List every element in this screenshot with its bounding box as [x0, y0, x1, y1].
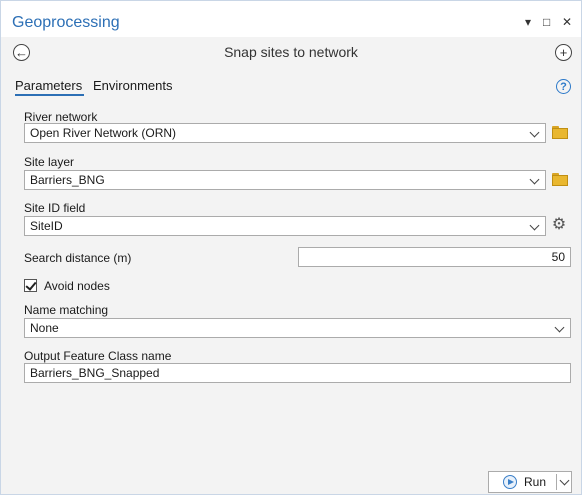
chevron-down-icon — [559, 475, 570, 486]
pane-title-bar: Geoprocessing ▾ □ ✕ — [1, 1, 581, 37]
tool-title: Snap sites to network — [224, 44, 358, 60]
site-id-field-dropdown[interactable]: SiteID — [24, 216, 546, 236]
folder-icon[interactable] — [552, 173, 568, 186]
run-button-group: Run — [488, 471, 572, 493]
play-icon — [503, 475, 517, 489]
output-fc-input[interactable]: Barriers_BNG_Snapped — [24, 363, 571, 383]
site-id-field-label: Site ID field — [24, 201, 86, 215]
tool-header: ← Snap sites to network + — [1, 39, 581, 67]
geoprocessing-pane: Geoprocessing ▾ □ ✕ ← Snap sites to netw… — [0, 0, 582, 495]
chevron-down-icon — [529, 220, 540, 231]
avoid-nodes-checkbox[interactable] — [24, 279, 37, 292]
folder-icon[interactable] — [552, 126, 568, 139]
run-options-dropdown[interactable] — [557, 472, 572, 492]
chevron-down-icon — [529, 127, 540, 138]
river-network-dropdown[interactable]: Open River Network (ORN) — [24, 123, 546, 143]
search-distance-input[interactable]: 50 — [298, 247, 571, 267]
name-matching-label: Name matching — [24, 303, 109, 317]
search-distance-label: Search distance (m) — [24, 251, 132, 265]
output-fc-label: Output Feature Class name — [24, 349, 172, 363]
search-distance-value: 50 — [551, 250, 565, 264]
plus-circle-icon[interactable]: + — [555, 44, 572, 61]
pane-menu-icon[interactable]: ▾ — [525, 15, 531, 29]
run-button[interactable]: Run — [489, 472, 555, 492]
pane-title: Geoprocessing — [12, 14, 120, 31]
maximize-icon[interactable]: □ — [543, 15, 550, 29]
site-layer-label: Site layer — [24, 155, 75, 169]
tab-parameters[interactable]: Parameters — [15, 78, 82, 93]
river-network-label: River network — [24, 110, 98, 124]
site-layer-value: Barriers_BNG — [30, 173, 105, 187]
close-icon[interactable]: ✕ — [562, 15, 572, 29]
avoid-nodes-label: Avoid nodes — [44, 279, 110, 293]
river-network-value: Open River Network (ORN) — [30, 126, 177, 140]
help-icon[interactable]: ? — [556, 79, 571, 94]
run-label: Run — [524, 475, 547, 489]
site-layer-dropdown[interactable]: Barriers_BNG — [24, 170, 546, 190]
name-matching-dropdown[interactable]: None — [24, 318, 571, 338]
site-id-field-value: SiteID — [30, 219, 63, 233]
name-matching-value: None — [30, 321, 59, 335]
output-fc-value: Barriers_BNG_Snapped — [30, 366, 160, 380]
chevron-down-icon — [529, 174, 540, 185]
active-tab-indicator — [15, 94, 84, 96]
gear-icon[interactable]: ⚙ — [551, 217, 567, 233]
chevron-down-icon — [554, 322, 565, 333]
tab-environments[interactable]: Environments — [93, 78, 172, 93]
